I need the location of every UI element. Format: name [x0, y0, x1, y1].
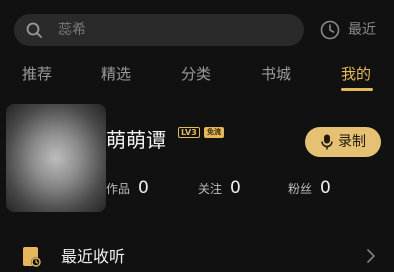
menu-item-label: 最近收听 [61, 247, 126, 266]
recent-label: 最近 [348, 22, 376, 38]
stat-following[interactable]: 关注 0 [198, 178, 241, 198]
stat-label: 作品 [106, 182, 131, 196]
free-data-badge: 免流 [204, 127, 224, 138]
username: 萌萌谭 [106, 128, 166, 152]
stat-value: 0 [320, 178, 331, 198]
search-input[interactable]: 蕊希 [14, 14, 304, 46]
history-book-icon [23, 247, 41, 267]
stat-label: 关注 [198, 182, 223, 196]
clock-icon [320, 20, 340, 40]
stat-value: 0 [138, 178, 149, 198]
tab-recommend[interactable]: 推荐 [22, 64, 52, 84]
level-badge: LV3 [178, 127, 200, 138]
stat-followers[interactable]: 粉丝 0 [288, 178, 331, 198]
menu-item-recent-listen[interactable]: 最近收听 [0, 238, 394, 272]
stat-value: 0 [230, 178, 241, 198]
avatar[interactable] [6, 104, 106, 212]
search-icon [26, 22, 42, 38]
search-placeholder: 蕊希 [58, 22, 86, 38]
record-label: 录制 [338, 134, 366, 150]
tab-mine[interactable]: 我的 [341, 64, 371, 84]
tab-bookstore[interactable]: 书城 [261, 64, 291, 84]
stat-works[interactable]: 作品 0 [106, 178, 149, 198]
tab-category[interactable]: 分类 [181, 64, 211, 84]
recent-button[interactable]: 最近 [320, 20, 376, 40]
top-tabs: 推荐 精选 分类 书城 我的 [0, 58, 394, 94]
chevron-right-icon [367, 249, 375, 263]
microphone-icon [321, 134, 333, 150]
tab-featured[interactable]: 精选 [101, 64, 131, 84]
record-button[interactable]: 录制 [305, 127, 381, 157]
active-tab-indicator [341, 88, 373, 91]
stat-label: 粉丝 [288, 182, 313, 196]
search-bar-row: 蕊希 最近 [0, 0, 394, 58]
